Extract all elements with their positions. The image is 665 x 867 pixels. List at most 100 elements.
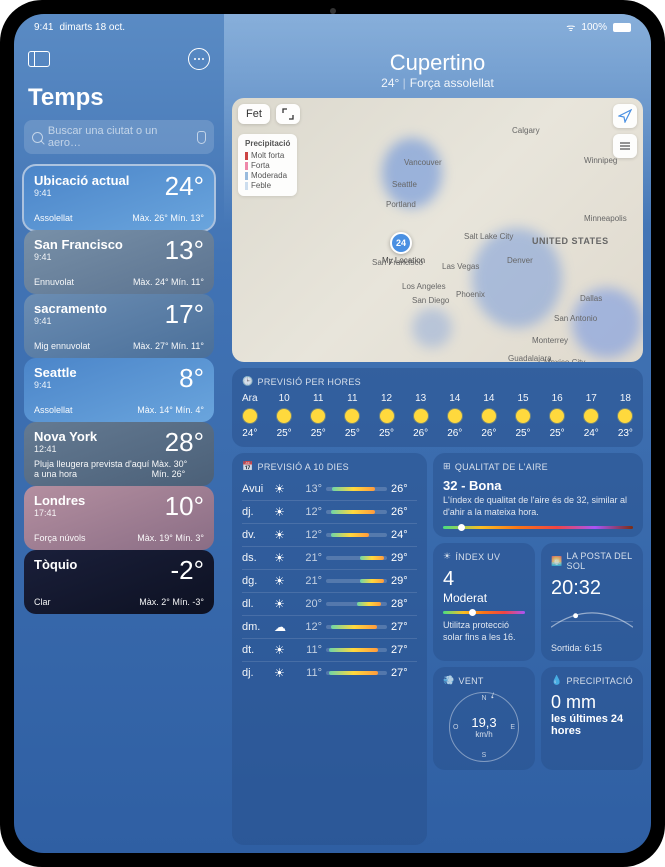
city-cond: Ennuvolat [34, 277, 74, 287]
main-panel: Cupertino 24° Força assolellat Fet Preci… [224, 14, 651, 853]
city-name: Seattle [34, 365, 77, 380]
city-hilo: Màx. 26° Mín. 13° [132, 213, 204, 223]
map-fullscreen-button[interactable] [276, 104, 300, 124]
city-card[interactable]: sacramento 9:41 17° Mig ennuvolat Màx. 2… [24, 294, 214, 358]
city-cond: Clar [34, 597, 51, 607]
city-hilo: Màx. 14° Mín. 4° [137, 405, 204, 415]
map-city-label: Vancouver [404, 158, 442, 167]
aqi-tile[interactable]: ⊞ Qualitat de l'aire 32 - Bona L'índex d… [433, 453, 643, 537]
aqi-scale [443, 526, 633, 529]
mic-icon[interactable] [197, 131, 206, 144]
city-time: 9:41 [34, 316, 107, 326]
sunset-tile[interactable]: 🌅 La posta del sol 20:32 Sortida: 6:15 [541, 543, 643, 661]
precip-title: Precipitació [567, 676, 633, 686]
city-cond: Pluja lleugera prevista d'aquí a una hor… [34, 459, 152, 479]
sun-icon [414, 409, 428, 423]
city-temp: 8° [179, 365, 204, 391]
hourly-forecast-tile[interactable]: 🕒 Previsió per hores Ara 24° 10 25° 11 2… [232, 368, 643, 447]
city-name: Londres [34, 493, 85, 508]
city-temp: 28° [165, 429, 204, 455]
more-icon[interactable] [188, 48, 210, 70]
location-name: Cupertino [232, 50, 643, 76]
my-location-pin[interactable]: 24 [390, 232, 412, 254]
city-time: 9:41 [34, 380, 77, 390]
city-card[interactable]: Ubicació actual 9:41 24° Assolellat Màx.… [24, 166, 214, 230]
map-city-label: Salt Lake City [464, 232, 513, 241]
sidebar: Temps Buscar una ciutat o un aero… Ubica… [14, 14, 224, 853]
app-title: Temps [24, 80, 214, 114]
camera-dot [330, 8, 336, 14]
map-layers-button[interactable] [613, 134, 637, 158]
city-name: Tòquio [34, 557, 77, 572]
sidebar-toggle-icon[interactable] [28, 51, 50, 67]
aqi-icon: ⊞ [443, 461, 451, 472]
day-row: ds. ☀ 21° 29° [242, 546, 417, 569]
city-cond: Assolellat [34, 405, 73, 415]
map-city-label: Las Vegas [442, 262, 479, 271]
sun-icon [380, 409, 394, 423]
city-temp: 10° [165, 493, 204, 519]
city-list: Ubicació actual 9:41 24° Assolellat Màx.… [24, 166, 214, 614]
city-temp: 13° [165, 237, 204, 263]
map-city-label: Los Angeles [402, 282, 446, 291]
sunset-icon: 🌅 [551, 556, 563, 567]
uv-value: 4 [443, 568, 525, 591]
map-locate-button[interactable] [613, 104, 637, 128]
wifi-icon: ᯤ [566, 20, 575, 34]
wind-tile[interactable]: 💨 Vent N S E O ↓ 19,3 km/h [433, 667, 535, 770]
uv-tile[interactable]: ☀ Índex UV 4 Moderat Utilitza protecció … [433, 543, 535, 661]
sunrise-label: Sortida: 6:15 [551, 643, 633, 653]
city-card[interactable]: Nova York 12:41 28° Pluja lleugera previ… [24, 422, 214, 486]
city-cond: Mig ennuvolat [34, 341, 90, 351]
aqi-value: 32 - Bona [443, 478, 633, 493]
city-card[interactable]: Seattle 9:41 8° Assolellat Màx. 14° Mín.… [24, 358, 214, 422]
sun-icon: ☀ [443, 551, 451, 562]
wind-unit: km/h [475, 730, 492, 739]
city-card[interactable]: Tòquio -2° Clar Màx. 2° Mín. -3° [24, 550, 214, 614]
weather-icon: ☁ [274, 620, 292, 634]
legend-row: Molt forta [245, 151, 290, 160]
calendar-icon: 📅 [242, 461, 254, 472]
precip-tile[interactable]: 💧 Precipitació 0 mm les últimes 24 hores [541, 667, 643, 770]
legend-row: Forta [245, 161, 290, 170]
map-city-label: Dallas [580, 294, 602, 303]
map-city-label: Mexico City [544, 358, 585, 362]
sun-icon [516, 409, 530, 423]
city-cond: Assolellat [34, 213, 73, 223]
search-input[interactable]: Buscar una ciutat o un aero… [24, 120, 214, 154]
legend-row: Moderada [245, 171, 290, 180]
city-card[interactable]: San Francisco 9:41 13° Ennuvolat Màx. 24… [24, 230, 214, 294]
location-header: Cupertino 24° Força assolellat [232, 44, 643, 92]
day-row: dj. ☀ 11° 27° [242, 661, 417, 684]
city-time: 17:41 [34, 508, 85, 518]
map-city-label: Portland [386, 200, 416, 209]
hourly-title: Previsió per hores [258, 377, 361, 387]
status-bar: 9:41 dimarts 18 oct. ᯤ 100% [14, 14, 651, 36]
map-done-button[interactable]: Fet [238, 104, 270, 124]
hour-item: 12 25° [379, 393, 394, 439]
weather-icon: ☀ [274, 597, 292, 611]
uv-category: Moderat [443, 591, 525, 605]
hour-item: 15 25° [515, 393, 530, 439]
day-row: dl. ☀ 20° 28° [242, 592, 417, 615]
wind-speed: 19,3 [471, 715, 496, 730]
map-city-label: San Diego [412, 296, 449, 305]
hour-item: 14 26° [481, 393, 496, 439]
location-temp: 24° [381, 76, 406, 90]
city-hilo: Màx. 24° Mín. 11° [133, 277, 204, 287]
city-hilo: Màx. 2° Mín. -3° [139, 597, 204, 607]
wind-compass: N S E O ↓ 19,3 km/h [449, 692, 519, 762]
city-card[interactable]: Londres 17:41 10° Força núvols Màx. 19° … [24, 486, 214, 550]
day-row: dt. ☀ 11° 27° [242, 638, 417, 661]
location-cond: Força assolellat [410, 76, 494, 90]
weather-map[interactable]: Fet Precipitació Molt fortaFortaModerada… [232, 98, 643, 362]
weather-icon: ☀ [274, 551, 292, 565]
sun-icon [618, 409, 632, 423]
search-icon [32, 132, 43, 143]
battery-label: 100% [581, 22, 607, 33]
tenday-forecast-tile[interactable]: 📅 Previsió a 10 dies Avui ☀ 13° 26° dj. … [232, 453, 427, 845]
weather-icon: ☀ [274, 574, 292, 588]
hour-item: 11 25° [345, 393, 360, 439]
hour-item: 11 25° [311, 393, 326, 439]
city-name: San Francisco [34, 237, 123, 252]
